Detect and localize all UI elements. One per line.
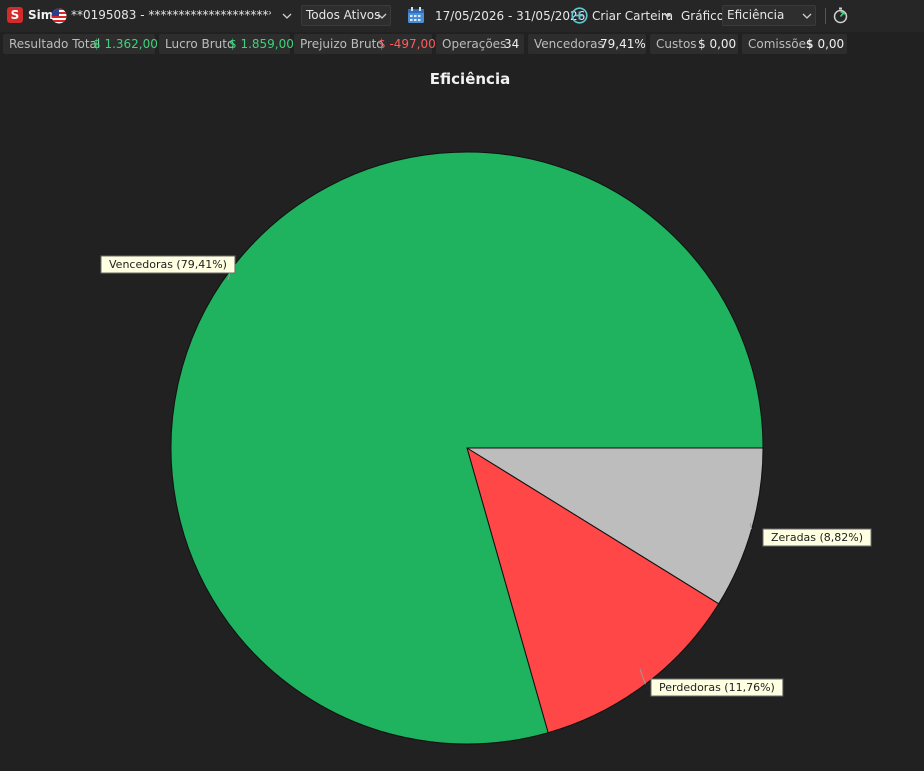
pie-label-perdedoras: Perdedoras (11,76%): [650, 678, 784, 697]
stat-comissoes: Comissões $ 0,00: [742, 34, 847, 54]
stat-label: Lucro Bruto: [165, 37, 235, 51]
stat-lucro-bruto: Lucro Bruto $ 1.859,00: [159, 34, 294, 54]
stat-custos: Custos $ 0,00: [650, 34, 738, 54]
stat-vencedoras: Vencedoras 79,41%: [528, 34, 646, 54]
pie-label-zeradas: Zeradas (8,82%): [762, 528, 872, 547]
chart-type-dropdown[interactable]: Eficiência: [722, 5, 816, 26]
stat-label: Operações: [442, 37, 507, 51]
top-toolbar: S Sim **0195083 - **********************…: [0, 0, 924, 32]
stat-label: Prejuizo Bruto: [300, 37, 384, 51]
summary-stats-bar: Resultado Total $ 1.362,00 Lucro Bruto $…: [0, 32, 924, 56]
stat-label: Custos: [656, 37, 697, 51]
toolbar-separator: [825, 8, 826, 24]
calendar-icon[interactable]: [407, 6, 425, 24]
us-flag-icon: [51, 8, 67, 24]
stat-label: Comissões: [748, 37, 813, 51]
stat-value: $ -497,00: [378, 37, 436, 51]
chevron-down-icon: [802, 13, 812, 19]
stat-prejuizo-bruto: Prejuizo Bruto $ -497,00: [294, 34, 436, 54]
stat-value: 34: [504, 37, 520, 51]
account-dropdown-button[interactable]: [277, 5, 297, 26]
stopwatch-icon[interactable]: [833, 7, 848, 24]
chart-type-value: Eficiência: [727, 8, 785, 22]
stat-label: Resultado Total: [9, 37, 101, 51]
stat-value: $ 1.859,00: [229, 37, 294, 51]
create-portfolio-button[interactable]: Criar Carteira: [592, 9, 673, 23]
pie-label-text: Vencedoras (79,41%): [109, 258, 227, 271]
pie-label-text: Zeradas (8,82%): [771, 531, 863, 544]
assets-filter-dropdown[interactable]: Todos Ativos: [301, 5, 391, 26]
simulation-mode-label[interactable]: Sim: [28, 8, 53, 22]
stat-label: Vencedoras: [534, 37, 604, 51]
efficiency-pie-chart: Zeradas (8,82%) Perdedoras (11,76%) Venced…: [100, 151, 872, 745]
assets-filter-value: Todos Ativos: [306, 8, 381, 22]
plus-circle-icon[interactable]: [571, 7, 588, 24]
pie-label-text: Perdedoras (11,76%): [659, 681, 775, 694]
caret-down-icon[interactable]: [664, 14, 671, 18]
stat-value: $ 0,00: [806, 37, 845, 51]
date-range-picker[interactable]: 17/05/2026 - 31/05/2026: [435, 9, 585, 23]
stat-operacoes: Operações 34: [436, 34, 524, 54]
pie-label-vencedoras: Vencedoras (79,41%): [100, 255, 236, 274]
chevron-down-icon: [282, 13, 292, 19]
stat-value: $ 0,00: [698, 37, 737, 51]
chart-label: Gráfico: [681, 9, 725, 23]
stat-resultado-total: Resultado Total $ 1.362,00: [3, 34, 158, 54]
account-selector[interactable]: **0195083 - ************************...: [71, 8, 271, 22]
app-logo-icon: S: [7, 7, 23, 23]
stat-value: $ 1.362,00: [93, 37, 158, 51]
chevron-down-icon: [377, 13, 387, 19]
stat-value: 79,41%: [600, 37, 646, 51]
